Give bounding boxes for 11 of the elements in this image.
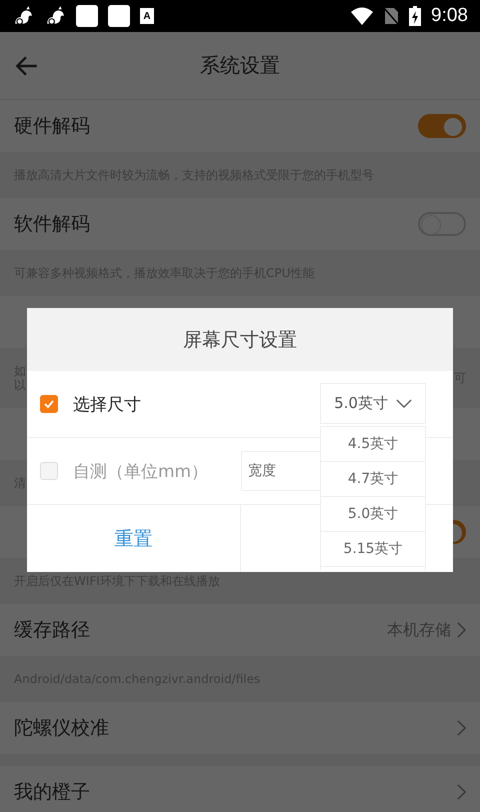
page-title: 系统设置 — [200, 52, 280, 79]
setting-label: 我的橙子 — [14, 780, 90, 805]
setting-label: 硬件解码 — [14, 114, 90, 139]
option-label: 选择尺寸 — [73, 394, 141, 416]
setting-label: 缓存路径 — [14, 618, 90, 643]
dialog-title: 屏幕尺寸设置 — [27, 308, 453, 371]
clock-time: 9:08 — [431, 5, 468, 27]
option-label: 自测（单位mm） — [73, 460, 208, 482]
keyboard-badge: A — [140, 8, 154, 24]
setting-label: 软件解码 — [14, 212, 90, 237]
setting-label: 陀螺仪校准 — [14, 716, 109, 741]
